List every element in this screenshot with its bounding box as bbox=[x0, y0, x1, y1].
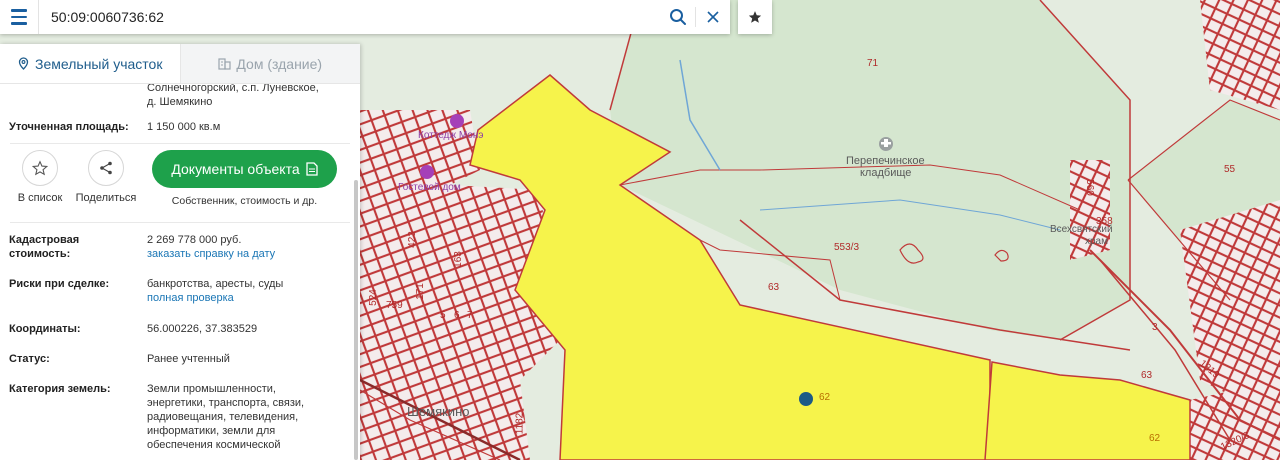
map-label-63b: 63 bbox=[1141, 370, 1153, 381]
add-to-list-label: В список bbox=[17, 192, 63, 204]
documents-button[interactable]: Документы объекта bbox=[152, 150, 337, 188]
documents-subtitle: Собственник, стоимость и др. bbox=[171, 195, 318, 207]
church-label-line1: Всехсвятский bbox=[1050, 224, 1113, 235]
map-label-423: 423 bbox=[406, 231, 418, 248]
address-row: Солнечногорский, с.п. Луневское, д. Шемя… bbox=[0, 84, 360, 109]
status-label: Статус: bbox=[9, 353, 50, 365]
category-line-5: обеспечения космической bbox=[147, 439, 281, 451]
area-row: Уточненная площадь: 1 150 000 кв.м bbox=[0, 120, 360, 134]
documents-block: Документы объекта Собственник, стоимость… bbox=[152, 150, 337, 207]
poi-label-cottage: Коттедж Монэ bbox=[418, 130, 484, 141]
menu-button[interactable] bbox=[0, 0, 38, 34]
map-label-62b: 62 bbox=[1149, 433, 1161, 444]
star-icon bbox=[748, 11, 762, 23]
category-line-1: Земли промышленности, bbox=[147, 383, 276, 395]
area-label: Уточненная площадь: bbox=[9, 121, 129, 133]
status-row: Статус: Ранее учтенный bbox=[0, 352, 360, 366]
address-line-2: д. Шемякино bbox=[147, 96, 213, 108]
divider bbox=[10, 222, 350, 223]
map-label-55: 55 bbox=[1224, 164, 1236, 175]
map-label-524: 524 bbox=[367, 289, 379, 306]
map-label-7: 7 bbox=[467, 310, 473, 321]
cadastral-value-row: Кадастровая стоимость: 2 269 778 000 руб… bbox=[0, 233, 360, 261]
search-button[interactable] bbox=[661, 0, 695, 34]
parcel-marker-pin bbox=[799, 392, 813, 406]
panel-tabs: Земельный участок Дом (здание) bbox=[0, 44, 360, 84]
map-label-171: 171 bbox=[414, 283, 426, 300]
map-label-553: 553/3 bbox=[834, 242, 860, 253]
share-button[interactable]: Поделиться bbox=[76, 150, 136, 204]
close-icon bbox=[707, 11, 719, 23]
location-pin-icon bbox=[18, 56, 29, 70]
share-icon bbox=[100, 161, 112, 175]
category-row: Категория земель: Земли промышленности, … bbox=[0, 382, 360, 452]
church-label-line2: храм bbox=[1085, 236, 1108, 247]
map-label-62a: 62 bbox=[819, 392, 831, 403]
category-label: Категория земель: bbox=[9, 383, 111, 395]
star-outline-icon bbox=[32, 160, 48, 176]
area-value: 1 150 000 кв.м bbox=[147, 121, 221, 133]
map-label-759: 759 bbox=[386, 300, 403, 311]
category-line-2: энергетики, транспорта, связи, bbox=[147, 397, 305, 409]
tab-building[interactable]: Дом (здание) bbox=[179, 44, 360, 83]
document-icon bbox=[305, 162, 318, 176]
hamburger-icon bbox=[11, 7, 27, 27]
panel-content[interactable]: Солнечногорский, с.п. Луневское, д. Шемя… bbox=[0, 84, 360, 460]
guesthouse-poi-icon bbox=[420, 165, 434, 179]
coords-label: Координаты: bbox=[9, 323, 81, 335]
cadastral-value: 2 269 778 000 руб. bbox=[147, 234, 242, 246]
divider bbox=[10, 143, 350, 144]
cadastral-value-label-1: Кадастровая bbox=[9, 234, 80, 246]
address-line-1: Солнечногорский, с.п. Луневское, bbox=[147, 84, 319, 94]
map-label-5: 5 bbox=[440, 310, 446, 321]
map-label-3: 3 bbox=[1152, 322, 1158, 333]
status-value: Ранее учтенный bbox=[147, 353, 230, 365]
cadastral-value-label-2: стоимость: bbox=[9, 248, 71, 260]
tab-building-label: Дом (здание) bbox=[236, 55, 323, 72]
favorite-button[interactable] bbox=[738, 0, 772, 34]
building-icon bbox=[218, 58, 232, 70]
map-label-560: 560 bbox=[1083, 179, 1095, 196]
tab-land-parcel[interactable]: Земельный участок bbox=[0, 44, 180, 83]
coords-row: Координаты: 56.000226, 37.383529 bbox=[0, 322, 360, 336]
cottage-poi-icon bbox=[450, 114, 464, 128]
panel-scrollbar[interactable] bbox=[354, 180, 358, 460]
category-line-4: информатики, земли для bbox=[147, 425, 276, 437]
category-line-3: радиовещания, телевидения, bbox=[147, 411, 299, 423]
documents-button-label: Документы объекта bbox=[171, 161, 300, 177]
cemetery-label-line1: Перепечинское bbox=[846, 155, 925, 167]
search-icon bbox=[670, 9, 686, 25]
add-to-list-button[interactable]: В список bbox=[10, 150, 70, 204]
village-label: Шемякино bbox=[407, 404, 470, 419]
clear-search-button[interactable] bbox=[696, 0, 730, 34]
map-label-71: 71 bbox=[867, 58, 879, 69]
full-check-link[interactable]: полная проверка bbox=[147, 291, 350, 305]
parcel-info-panel: Земельный участок Дом (здание) Солнечног… bbox=[0, 44, 360, 460]
actions-row: В список Поделиться Документы объекта Со… bbox=[0, 150, 360, 218]
risks-value: банкротства, аресты, суды bbox=[147, 278, 284, 290]
risks-row: Риски при сделке: банкротства, аресты, с… bbox=[0, 277, 360, 305]
order-certificate-link[interactable]: заказать справку на дату bbox=[147, 247, 350, 261]
search-input[interactable] bbox=[38, 0, 661, 34]
map-label-63a: 63 bbox=[768, 282, 780, 293]
map-label-163: 163 bbox=[452, 251, 464, 268]
tab-land-parcel-label: Земельный участок bbox=[35, 55, 163, 72]
coords-value: 56.000226, 37.383529 bbox=[147, 323, 258, 335]
risks-label: Риски при сделке: bbox=[9, 278, 110, 290]
poi-label-guesthouse: Гостевой дом bbox=[398, 182, 461, 193]
map-label-6: 6 bbox=[454, 310, 460, 321]
search-bar bbox=[0, 0, 730, 34]
map-label-1182: 1182 bbox=[514, 412, 526, 435]
cemetery-label-line2: кладбище bbox=[860, 167, 912, 179]
share-label: Поделиться bbox=[75, 192, 137, 204]
